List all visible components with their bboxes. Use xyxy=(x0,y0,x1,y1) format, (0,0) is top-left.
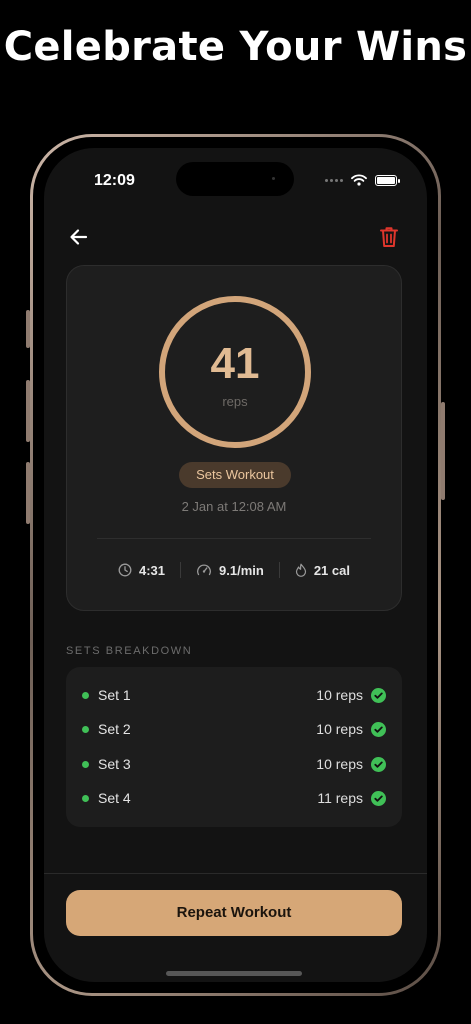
clock-icon xyxy=(118,563,132,577)
pace-value: 9.1/min xyxy=(219,562,264,578)
card-divider xyxy=(97,538,371,539)
set-status-dot xyxy=(82,794,89,802)
duration-stat: 4:31 xyxy=(118,563,165,578)
workout-type-badge: Sets Workout xyxy=(179,462,291,488)
status-icons xyxy=(325,174,400,186)
set-name: Set 1 xyxy=(98,687,131,703)
sets-breakdown-list: Set 1 10 reps Set 2 10 reps Set 3 10 rep… xyxy=(66,667,402,827)
delete-trash-icon[interactable] xyxy=(377,224,401,250)
set-row: Set 3 10 reps xyxy=(66,747,402,781)
repeat-workout-button[interactable]: Repeat Workout xyxy=(66,890,402,936)
home-indicator[interactable] xyxy=(166,971,302,976)
sets-breakdown-heading: SETS BREAKDOWN xyxy=(66,645,193,657)
speedometer-icon xyxy=(197,564,211,576)
stat-separator xyxy=(180,562,182,578)
phone-frame: 12:09 41 reps Sets Workout 2 Jan at 12:0… xyxy=(30,134,441,996)
calories-value: 21 cal xyxy=(313,562,350,578)
check-circle-icon xyxy=(371,721,386,737)
set-reps: 10 reps xyxy=(316,721,363,737)
power-button xyxy=(441,402,445,500)
set-row: Set 1 10 reps xyxy=(66,678,402,712)
workout-summary-card: 41 reps Sets Workout 2 Jan at 12:08 AM 4… xyxy=(66,265,402,611)
bottom-divider xyxy=(44,873,427,874)
set-status-dot xyxy=(82,691,89,699)
rep-count: 41 xyxy=(210,339,260,388)
set-row: Set 4 11 reps xyxy=(66,781,402,815)
set-name: Set 3 xyxy=(98,756,131,772)
calories-stat: 21 cal xyxy=(295,563,350,578)
dynamic-island xyxy=(176,162,294,196)
check-circle-icon xyxy=(371,790,386,806)
set-status-dot xyxy=(82,760,89,768)
stat-separator xyxy=(278,562,280,578)
reps-ring: 41 reps xyxy=(159,296,311,448)
set-name: Set 2 xyxy=(98,721,131,737)
check-circle-icon xyxy=(371,687,386,703)
set-name: Set 4 xyxy=(98,790,131,806)
workout-detail-screen: 12:09 41 reps Sets Workout 2 Jan at 12:0… xyxy=(44,148,427,982)
workout-stats: 4:31 9.1/min 21 cal xyxy=(67,562,401,578)
back-arrow-icon[interactable] xyxy=(66,224,92,250)
workout-date: 2 Jan at 12:08 AM xyxy=(181,499,287,514)
set-reps: 11 reps xyxy=(317,790,363,806)
duration-value: 4:31 xyxy=(139,562,166,578)
set-status-dot xyxy=(82,725,89,733)
status-time: 12:09 xyxy=(94,172,135,189)
pace-stat: 9.1/min xyxy=(196,563,264,578)
flame-icon xyxy=(295,563,306,577)
wifi-icon xyxy=(351,174,367,186)
set-row: Set 2 10 reps xyxy=(66,712,402,746)
set-reps: 10 reps xyxy=(316,687,363,703)
set-reps: 10 reps xyxy=(316,756,363,772)
headline: Celebrate Your Wins xyxy=(3,24,468,70)
check-circle-icon xyxy=(371,756,386,772)
rep-unit-label: reps xyxy=(222,394,248,409)
battery-icon xyxy=(375,174,400,186)
cellular-signal-icon xyxy=(325,178,343,182)
